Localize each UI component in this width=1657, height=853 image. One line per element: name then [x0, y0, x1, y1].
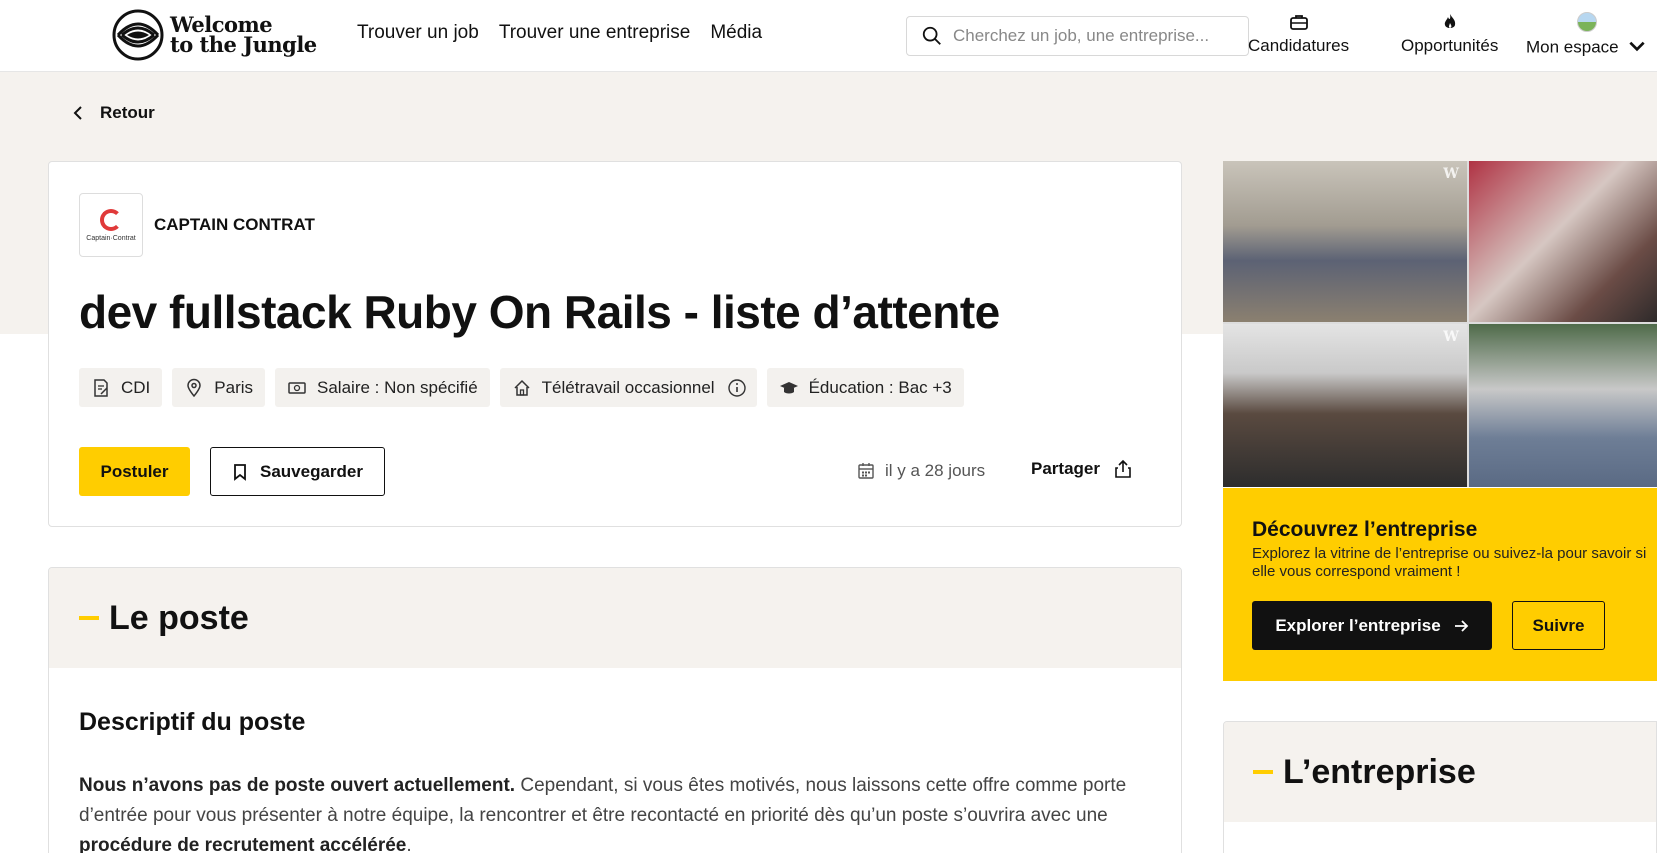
nav-find-company[interactable]: Trouver une entreprise	[499, 22, 691, 44]
main-nav: Trouver un job Trouver une entreprise Mé…	[357, 22, 762, 44]
company-photo-gallery[interactable]: W W	[1223, 161, 1657, 487]
money-icon	[288, 381, 306, 394]
company-logo: Captain·Contrat	[79, 193, 143, 257]
job-description-section: Le poste Descriptif du poste Nous n’avon…	[48, 567, 1182, 853]
company-section-header: L’entreprise	[1224, 722, 1656, 822]
chevron-down-icon	[1629, 41, 1645, 52]
search-box[interactable]	[906, 16, 1249, 56]
apply-button[interactable]: Postuler	[79, 447, 190, 496]
house-icon	[514, 379, 530, 396]
mon-espace-text: Mon espace	[1526, 37, 1619, 57]
wttj-watermark-icon: W	[1443, 166, 1459, 182]
captain-contrat-logo-icon	[100, 208, 122, 231]
section-title-le-poste: Le poste	[109, 598, 249, 637]
team-photo-2[interactable]	[1469, 161, 1657, 322]
jungle-logo-icon	[112, 9, 164, 61]
chevron-left-icon	[73, 106, 82, 120]
share-icon	[1115, 459, 1131, 478]
team-photo-4[interactable]	[1469, 324, 1657, 487]
discover-title: Découvrez l’entreprise	[1252, 518, 1478, 541]
back-label: Retour	[100, 103, 155, 122]
top-navigation-bar: Welcome to the Jungle Trouver un job Tro…	[0, 0, 1657, 72]
tag-contract-label: CDI	[121, 377, 151, 397]
section-title-entreprise: L’entreprise	[1283, 752, 1476, 791]
discover-text: Explorez la vitrine de l’entreprise ou s…	[1252, 545, 1647, 580]
nav-opportunites[interactable]: Opportunités	[1401, 12, 1498, 56]
info-icon[interactable]	[727, 378, 747, 398]
posted-date-text: il y a 28 jours	[885, 461, 986, 480]
tag-location: Paris	[172, 368, 266, 407]
share-button[interactable]: Partager	[1031, 459, 1132, 479]
company-info[interactable]: Captain·Contrat CAPTAIN CONTRAT	[79, 193, 315, 257]
tag-remote: Télétravail occasionnel	[499, 368, 757, 407]
logo-line-2: to the Jungle	[170, 32, 317, 57]
job-tags: CDI Paris Salaire : Non spécifié Télétra…	[79, 368, 964, 407]
nav-media[interactable]: Média	[710, 22, 762, 44]
section-header: Le poste	[49, 568, 1181, 668]
section-accent-dash	[79, 616, 99, 620]
tag-salary: Salaire : Non spécifié	[275, 368, 490, 407]
back-link[interactable]: Retour	[70, 103, 155, 123]
search-icon	[922, 26, 941, 45]
company-name: CAPTAIN CONTRAT	[154, 215, 315, 234]
section-accent-dash	[1253, 770, 1273, 774]
avatar	[1576, 12, 1597, 32]
job-header-card: Captain·Contrat CAPTAIN CONTRAT dev full…	[48, 161, 1182, 527]
tag-remote-label: Télétravail occasionnel	[541, 377, 715, 397]
site-logo[interactable]: Welcome to the Jungle	[112, 9, 317, 61]
save-label: Sauvegarder	[260, 461, 363, 481]
search-input[interactable]	[953, 26, 1243, 46]
nav-mon-espace[interactable]: Mon espace	[1526, 12, 1647, 60]
bookmark-icon	[234, 463, 246, 481]
wttj-watermark-icon: W	[1443, 329, 1459, 345]
tag-education-label: Éducation : Bac +3	[808, 377, 952, 397]
flame-icon	[1444, 14, 1455, 28]
posted-date: il y a 28 jours	[857, 461, 985, 481]
company-logo-text: Captain·Contrat	[86, 234, 136, 242]
nav-find-job[interactable]: Trouver un job	[357, 22, 479, 44]
graduation-cap-icon	[779, 381, 798, 393]
share-label: Partager	[1031, 459, 1100, 478]
mon-espace-label: Mon espace	[1526, 36, 1647, 60]
nav-candidatures[interactable]: Candidatures	[1248, 12, 1349, 56]
location-pin-icon	[187, 378, 202, 397]
candidatures-label: Candidatures	[1248, 36, 1350, 55]
explore-label: Explorer l’entreprise	[1275, 615, 1441, 635]
tag-education: Éducation : Bac +3	[766, 368, 964, 407]
discover-company-card: Découvrez l’entreprise Explorez la vitri…	[1223, 488, 1657, 681]
tag-location-label: Paris	[214, 377, 254, 397]
job-description-text: Nous n’avons pas de poste ouvert actuell…	[79, 771, 1159, 853]
follow-button[interactable]: Suivre	[1512, 601, 1605, 650]
description-end: .	[406, 835, 412, 853]
save-button[interactable]: Sauvegarder	[210, 447, 385, 496]
briefcase-icon	[1289, 15, 1308, 30]
job-description-heading: Descriptif du poste	[79, 708, 306, 736]
arrow-right-icon	[1454, 619, 1468, 632]
description-bold-procedure: procédure de recrutement accélérée	[79, 835, 407, 853]
explore-company-button[interactable]: Explorer l’entreprise	[1252, 601, 1492, 650]
description-bold-intro: Nous n’avons pas de poste ouvert actuell…	[79, 775, 516, 796]
tag-salary-label: Salaire : Non spécifié	[317, 377, 478, 397]
company-section: L’entreprise	[1223, 721, 1657, 853]
calendar-icon	[858, 463, 874, 479]
tag-contract: CDI	[79, 368, 163, 407]
contract-icon	[94, 378, 108, 397]
job-title: dev fullstack Ruby On Rails - liste d’at…	[79, 286, 1000, 338]
team-photo-3[interactable]: W	[1223, 324, 1467, 487]
opportunites-label: Opportunités	[1401, 36, 1499, 55]
team-photo-1[interactable]: W	[1223, 161, 1467, 322]
logo-wordmark: Welcome to the Jungle	[170, 14, 317, 57]
